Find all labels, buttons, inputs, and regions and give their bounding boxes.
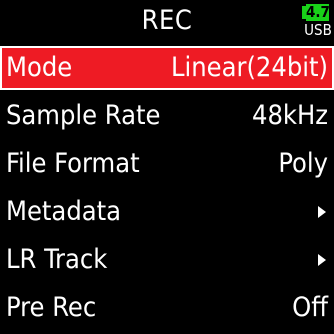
menu-item-file-format[interactable]: File Format Poly [0,142,334,186]
rec-screen: REC 4.7 USB Mode Linear(24bit) Sample Ra… [0,0,334,334]
submenu-arrow-icon [318,254,326,266]
battery-indicator: 4.7 USB [302,3,332,40]
menu-item-label: LR Track [6,244,108,275]
menu-item-value: Linear(24bit) [170,52,328,83]
menu-item-label: Metadata [6,196,122,227]
page-title: REC [141,5,193,36]
menu-item-lr-track[interactable]: LR Track [0,238,334,282]
power-source-label: USB [304,21,332,39]
header: REC 4.7 USB [0,0,334,44]
battery-value: 4.7 [306,3,330,21]
menu-item-pre-rec[interactable]: Pre Rec Off [0,286,334,330]
submenu-arrow-icon [318,206,326,218]
menu-item-value: Poly [278,148,328,179]
menu-item-label: Mode [6,52,73,83]
menu-item-label: Pre Rec [6,292,97,323]
menu-item-value: 48kHz [252,100,328,131]
menu-item-metadata[interactable]: Metadata [0,190,334,234]
menu-item-label: File Format [6,148,140,179]
menu-item-sample-rate[interactable]: Sample Rate 48kHz [0,94,334,138]
menu-item-label: Sample Rate [6,100,161,131]
menu-item-mode[interactable]: Mode Linear(24bit) [0,46,334,90]
menu-item-value: Off [292,292,328,323]
